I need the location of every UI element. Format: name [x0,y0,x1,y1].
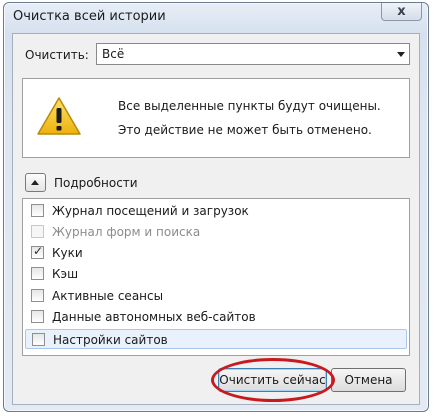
checkbox[interactable] [31,204,44,217]
list-item-label: Журнал посещений и загрузок [52,204,249,218]
list-item-site-preferences[interactable]: Настройки сайтов [25,329,407,349]
checkbox[interactable] [31,267,44,280]
chevron-down-icon [397,52,405,57]
checkbox[interactable] [31,289,44,302]
list-item-label: Активные сеансы [52,289,164,303]
window-title: Очистка всей истории [13,9,166,24]
time-range-select[interactable]: Всё [96,43,410,65]
cancel-button[interactable]: Отмена [331,368,406,392]
clear-history-dialog: Очистка всей истории x Очистить: Всё Все [3,2,429,412]
checkbox[interactable] [31,310,44,323]
warning-text-line1: Все выделенные пункты будут очищены. [118,99,381,113]
checkbox[interactable]: ✓ [31,244,44,259]
list-item-browsing-history[interactable]: Журнал посещений и загрузок [25,201,407,221]
list-item-offline-data[interactable]: Данные автономных веб-сайтов [25,307,407,327]
checkbox [31,225,44,238]
checkbox[interactable] [32,333,45,346]
details-toggle-button[interactable] [25,173,46,192]
clear-now-button[interactable]: Очистить сейчас [218,368,327,392]
list-item-label: Журнал форм и поиска [52,225,201,239]
list-item-label: Настройки сайтов [53,333,168,347]
list-item-active-sessions[interactable]: Активные сеансы [25,286,407,306]
list-item-label: Данные автономных веб-сайтов [52,310,256,324]
details-label: Подробности [54,176,138,190]
time-range-value: Всё [102,47,125,61]
warning-icon [37,97,81,135]
history-items-list: Журнал посещений и загрузок Журнал форм … [22,198,410,356]
list-item-cookies[interactable]: ✓ Куки [25,243,407,263]
time-range-label: Очистить: [25,48,89,62]
warning-panel: Все выделенные пункты будут очищены. Это… [22,78,410,158]
dialog-body: Очистить: Всё Все выделенные пункты буду… [12,33,420,405]
warning-text-line2: Это действие не может быть отменено. [118,123,372,137]
list-item-label: Кэш [52,267,79,281]
close-icon: x [397,4,406,19]
checkmark-icon: ✓ [33,244,44,258]
list-item-cache[interactable]: Кэш [25,264,407,284]
list-item-label: Куки [52,246,83,260]
close-button[interactable]: x [381,3,422,21]
chevron-up-icon [31,180,39,185]
list-item-form-history: Журнал форм и поиска [25,222,407,242]
